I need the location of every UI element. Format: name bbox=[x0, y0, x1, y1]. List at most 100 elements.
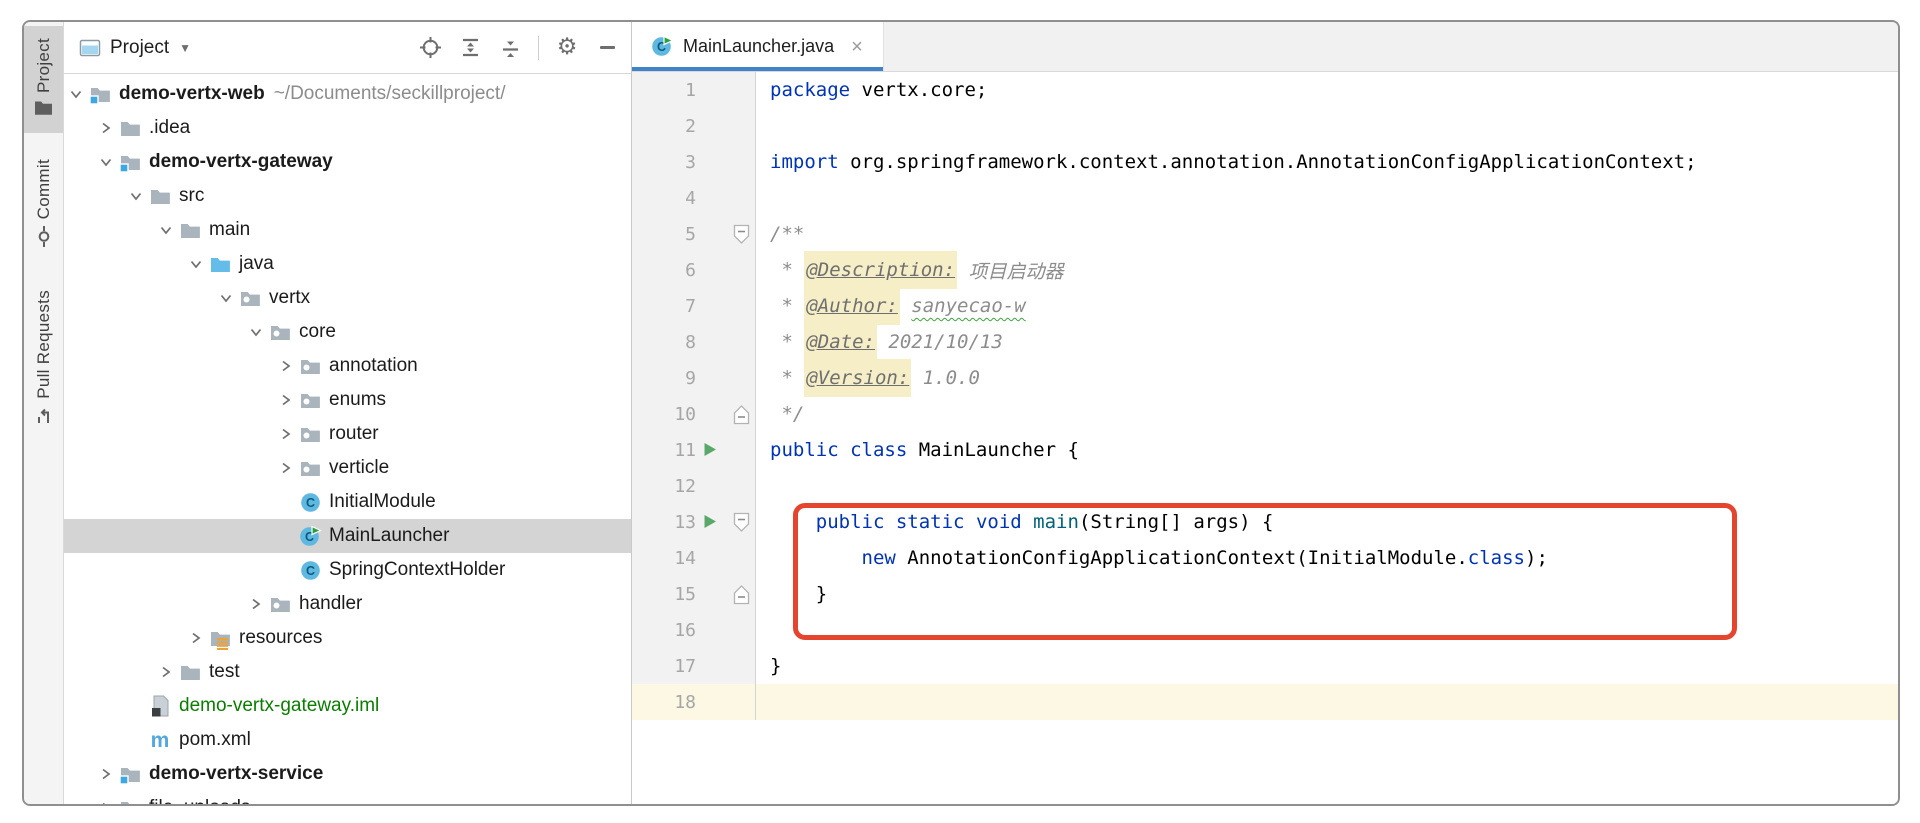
close-icon[interactable]: × bbox=[851, 37, 863, 57]
chevron-right-icon[interactable] bbox=[276, 424, 296, 444]
chevron-down-icon[interactable] bbox=[186, 254, 206, 274]
gutter-line-13[interactable]: 13 bbox=[632, 504, 756, 540]
tree-row-enums[interactable]: enums bbox=[64, 383, 631, 417]
code-line-2[interactable]: 2 bbox=[632, 108, 1898, 144]
gutter-line-5[interactable]: 5 bbox=[632, 216, 756, 252]
tree-row-core[interactable]: core bbox=[64, 315, 631, 349]
code-line-6[interactable]: 6 * @Description: 项目启动器 bbox=[632, 252, 1898, 288]
tree-row-router[interactable]: router bbox=[64, 417, 631, 451]
chevron-down-icon[interactable] bbox=[246, 322, 266, 342]
chevron-down-icon[interactable] bbox=[66, 84, 86, 104]
gutter-line-15[interactable]: 15 bbox=[632, 576, 756, 612]
editor-tab[interactable]: C MainLauncher.java × bbox=[632, 22, 884, 71]
tree-row-test[interactable]: test bbox=[64, 655, 631, 689]
collapse-all-icon[interactable] bbox=[498, 36, 522, 60]
code-line-7[interactable]: 7 * @Author: sanyecao-w bbox=[632, 288, 1898, 324]
chevron-down-icon[interactable] bbox=[96, 152, 116, 172]
tree-row-pom-xml[interactable]: mpom.xml bbox=[64, 723, 631, 757]
code-line-13[interactable]: 13 public static void main(String[] args… bbox=[632, 504, 1898, 540]
chevron-down-icon[interactable] bbox=[216, 288, 236, 308]
gutter-line-16[interactable]: 16 bbox=[632, 612, 756, 648]
code-line-1[interactable]: 1package vertx.core; bbox=[632, 72, 1898, 108]
code-line-11[interactable]: 11public class MainLauncher { bbox=[632, 432, 1898, 468]
gutter-line-1[interactable]: 1 bbox=[632, 72, 756, 108]
tree-row-resources[interactable]: resources bbox=[64, 621, 631, 655]
gutter-line-6[interactable]: 6 bbox=[632, 252, 756, 288]
code-line-12[interactable]: 12 bbox=[632, 468, 1898, 504]
run-gutter-icon[interactable] bbox=[703, 514, 717, 534]
gutter-line-10[interactable]: 10 bbox=[632, 396, 756, 432]
project-view-selector[interactable]: Project ▼ bbox=[76, 37, 191, 59]
code-editor[interactable]: 1package vertx.core;23import org.springf… bbox=[632, 72, 1898, 804]
tree-row-demo-vertx-service[interactable]: demo-vertx-service bbox=[64, 757, 631, 791]
tool-window-button-project[interactable]: Project bbox=[24, 26, 63, 133]
tool-pull-requests-icon bbox=[34, 406, 53, 430]
code-line-18[interactable]: 18 bbox=[632, 684, 1898, 720]
module-folder-icon bbox=[118, 763, 142, 785]
locate-icon[interactable] bbox=[418, 36, 442, 60]
tree-row-verticle[interactable]: verticle bbox=[64, 451, 631, 485]
code-line-3[interactable]: 3import org.springframework.context.anno… bbox=[632, 144, 1898, 180]
chevron-right-icon[interactable] bbox=[186, 628, 206, 648]
fold-start-icon[interactable] bbox=[733, 512, 750, 538]
code-line-10[interactable]: 10 */ bbox=[632, 396, 1898, 432]
tree-row-mainlauncher[interactable]: CMainLauncher bbox=[64, 519, 631, 553]
fold-start-icon[interactable] bbox=[733, 224, 750, 250]
gutter-line-17[interactable]: 17 bbox=[632, 648, 756, 684]
tree-item-label: InitialModule bbox=[329, 491, 436, 513]
fold-end-icon[interactable] bbox=[733, 404, 750, 430]
code-line-4[interactable]: 4 bbox=[632, 180, 1898, 216]
chevron-right-icon[interactable] bbox=[96, 764, 116, 784]
gutter-line-4[interactable]: 4 bbox=[632, 180, 756, 216]
tool-window-button-commit[interactable]: Commit bbox=[24, 147, 63, 264]
tree-row-springcontextholder[interactable]: CSpringContextHolder bbox=[64, 553, 631, 587]
gutter-line-3[interactable]: 3 bbox=[632, 144, 756, 180]
chevron-right-icon[interactable] bbox=[96, 798, 116, 804]
tree-row-demo-vertx-gateway-iml[interactable]: demo-vertx-gateway.iml bbox=[64, 689, 631, 723]
gutter-line-18[interactable]: 18 bbox=[632, 684, 756, 720]
chevron-right-icon[interactable] bbox=[96, 118, 116, 138]
chevron-right-icon[interactable] bbox=[246, 594, 266, 614]
chevron-down-icon[interactable] bbox=[156, 220, 176, 240]
chevron-spacer bbox=[126, 696, 146, 716]
code-line-14[interactable]: 14 new AnnotationConfigApplicationContex… bbox=[632, 540, 1898, 576]
code-line-17[interactable]: 17} bbox=[632, 648, 1898, 684]
gutter-line-7[interactable]: 7 bbox=[632, 288, 756, 324]
tree-row-file-uploads[interactable]: file_uploads bbox=[64, 791, 631, 804]
tree-row-handler[interactable]: handler bbox=[64, 587, 631, 621]
chevron-right-icon[interactable] bbox=[276, 458, 296, 478]
tool-window-button-pull-requests[interactable]: Pull Requests bbox=[24, 278, 63, 442]
settings-icon[interactable]: ⚙ bbox=[555, 36, 579, 60]
code-line-content: package vertx.core; bbox=[756, 72, 1898, 108]
hide-icon[interactable] bbox=[595, 36, 619, 60]
chevron-right-icon[interactable] bbox=[156, 662, 176, 682]
tree-row-demo-vertx-gateway[interactable]: demo-vertx-gateway bbox=[64, 145, 631, 179]
tree-row-demo-vertx-web[interactable]: demo-vertx-web~/Documents/seckillproject… bbox=[64, 77, 631, 111]
code-line-16[interactable]: 16 bbox=[632, 612, 1898, 648]
tree-row-initialmodule[interactable]: CInitialModule bbox=[64, 485, 631, 519]
run-gutter-icon[interactable] bbox=[703, 442, 717, 462]
chevron-down-icon[interactable] bbox=[126, 186, 146, 206]
code-text bbox=[839, 439, 850, 461]
chevron-spacer bbox=[276, 560, 296, 580]
chevron-right-icon[interactable] bbox=[276, 356, 296, 376]
tree-row-vertx[interactable]: vertx bbox=[64, 281, 631, 315]
chevron-right-icon[interactable] bbox=[276, 390, 296, 410]
gutter-line-8[interactable]: 8 bbox=[632, 324, 756, 360]
gutter-line-9[interactable]: 9 bbox=[632, 360, 756, 396]
tree-row-main[interactable]: main bbox=[64, 213, 631, 247]
tree-row-annotation[interactable]: annotation bbox=[64, 349, 631, 383]
tree-row-src[interactable]: src bbox=[64, 179, 631, 213]
gutter-line-12[interactable]: 12 bbox=[632, 468, 756, 504]
tree-row-java[interactable]: java bbox=[64, 247, 631, 281]
tree-row--idea[interactable]: .idea bbox=[64, 111, 631, 145]
gutter-line-11[interactable]: 11 bbox=[632, 432, 756, 468]
code-line-15[interactable]: 15 } bbox=[632, 576, 1898, 612]
gutter-line-14[interactable]: 14 bbox=[632, 540, 756, 576]
gutter-line-2[interactable]: 2 bbox=[632, 108, 756, 144]
fold-end-icon[interactable] bbox=[733, 584, 750, 610]
expand-all-icon[interactable] bbox=[458, 36, 482, 60]
code-line-5[interactable]: 5/** bbox=[632, 216, 1898, 252]
code-line-8[interactable]: 8 * @Date: 2021/10/13 bbox=[632, 324, 1898, 360]
code-line-9[interactable]: 9 * @Version: 1.0.0 bbox=[632, 360, 1898, 396]
